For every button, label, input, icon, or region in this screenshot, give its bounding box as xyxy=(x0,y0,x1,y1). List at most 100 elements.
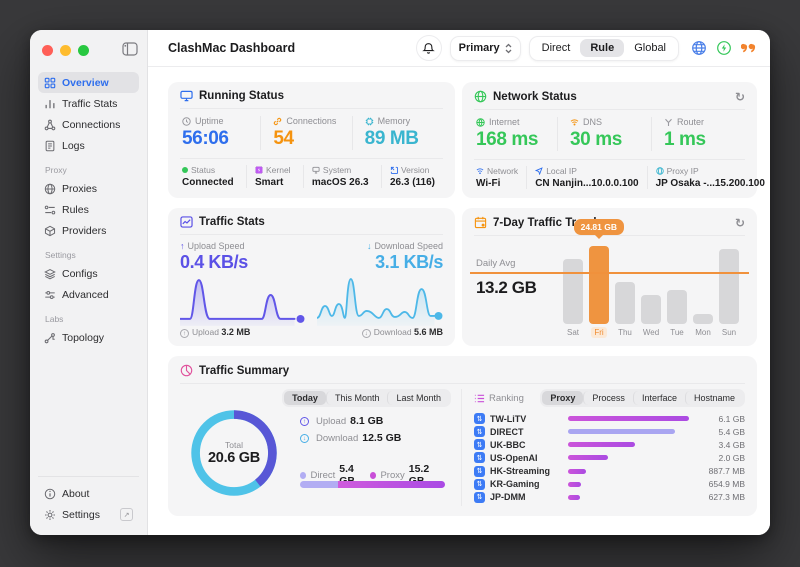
tab-hostname[interactable]: Hostname xyxy=(685,391,743,405)
tab-interface[interactable]: Interface xyxy=(633,391,685,405)
sidebar-item-overview[interactable]: Overview xyxy=(38,72,139,93)
card-title: Traffic Stats xyxy=(199,216,265,228)
close-window-button[interactable] xyxy=(42,45,53,56)
summary-left-panel: Today This Month Last Month Tot xyxy=(180,389,462,506)
status-dot xyxy=(182,167,188,173)
main-area: ClashMac Dashboard Primary Direct Rule G… xyxy=(148,30,770,535)
upload-total-label: Upload xyxy=(192,327,219,337)
ranking-row[interactable]: ⇅JP-DMM627.3 MB xyxy=(474,491,745,504)
sidebar-item-label: Configs xyxy=(62,268,98,280)
card-title: Running Status xyxy=(199,90,284,102)
trend-bar-wed[interactable]: Wed xyxy=(641,295,661,338)
sidebar-nav: Overview Traffic Stats Connections Logs … xyxy=(38,72,139,348)
tab-today[interactable]: Today xyxy=(284,391,326,405)
titlebar: ClashMac Dashboard Primary Direct Rule G… xyxy=(148,30,770,67)
minimize-window-button[interactable] xyxy=(60,45,71,56)
sidebar-item-traffic-stats[interactable]: Traffic Stats xyxy=(38,93,139,114)
bell-icon xyxy=(422,42,435,55)
ranking-row[interactable]: ⇅UK-BBC3.4 GB xyxy=(474,438,745,451)
sidebar-item-label: Rules xyxy=(62,204,89,216)
tab-proxy[interactable]: Proxy xyxy=(542,391,583,405)
internet-icon xyxy=(476,118,485,127)
version-value: 26.3 (116) xyxy=(390,177,435,188)
info-label: Kernel xyxy=(266,165,291,175)
tab-process[interactable]: Process xyxy=(583,391,633,405)
sidebar-item-about[interactable]: About xyxy=(38,483,139,504)
rank-badge-icon: ⇅ xyxy=(474,439,485,450)
system-icon xyxy=(312,166,320,174)
mode-rule[interactable]: Rule xyxy=(580,39,624,57)
bar-chart-icon xyxy=(44,98,56,110)
cube-icon xyxy=(44,225,56,237)
sidebar-item-proxies[interactable]: Proxies xyxy=(38,178,139,199)
dashboard-content: Running Status Uptime 56:06 Connections … xyxy=(148,67,770,535)
tab-this-month[interactable]: This Month xyxy=(326,391,388,405)
sidebar-item-providers[interactable]: Providers xyxy=(38,220,139,241)
sidebar-item-logs[interactable]: Logs xyxy=(38,135,139,156)
sidebar-section-labs: Labs xyxy=(45,314,139,324)
power-boost-icon[interactable] xyxy=(716,40,732,56)
topology-icon xyxy=(44,332,56,344)
trend-bar-mon[interactable]: Mon xyxy=(693,314,713,338)
summary-download-label: Download xyxy=(316,433,358,444)
sidebar: Overview Traffic Stats Connections Logs … xyxy=(30,30,148,535)
page-title: ClashMac Dashboard xyxy=(168,41,295,55)
uptime-value: 56:06 xyxy=(182,128,260,150)
trend-bar-fri[interactable]: Fri xyxy=(589,246,609,338)
dns-latency-value: 30 ms xyxy=(570,129,651,151)
app-logo-icon[interactable] xyxy=(741,41,758,56)
sidebar-item-label: Topology xyxy=(62,332,104,344)
chevron-updown-icon xyxy=(505,43,512,54)
sidebar-item-configs[interactable]: Configs xyxy=(38,263,139,284)
system-value: macOS 26.3 xyxy=(312,177,369,188)
info-label: Local IP xyxy=(546,166,577,176)
trend-bar-thu[interactable]: Thu xyxy=(615,282,635,338)
trend-bar-tue[interactable]: Tue xyxy=(667,290,687,338)
profile-selector[interactable]: Primary xyxy=(450,36,521,61)
version-icon xyxy=(390,166,398,174)
upload-speed-value: 0.4 KB/s xyxy=(180,252,248,273)
globe-status-icon[interactable] xyxy=(691,40,707,56)
sidebar-item-advanced[interactable]: Advanced xyxy=(38,284,139,305)
ranking-row[interactable]: ⇅DIRECT5.4 GB xyxy=(474,425,745,438)
info-icon xyxy=(44,488,56,500)
trend-bar-sun[interactable]: Sun xyxy=(719,249,739,338)
globe-green-icon xyxy=(474,90,487,103)
sidebar-item-settings[interactable]: Settings ↗ xyxy=(38,504,139,525)
sidebar-item-rules[interactable]: Rules xyxy=(38,199,139,220)
ranking-row[interactable]: ⇅HK-Streaming887.7 MB xyxy=(474,465,745,478)
mode-global[interactable]: Global xyxy=(624,39,676,57)
ranking-row[interactable]: ⇅KR-Gaming654.9 MB xyxy=(474,478,745,491)
monitor-icon xyxy=(180,90,193,102)
sidebar-item-topology[interactable]: Topology xyxy=(38,327,139,348)
tab-last-month[interactable]: Last Month xyxy=(387,391,449,405)
upload-speed-label: Upload Speed xyxy=(188,241,245,251)
mode-segmented-control: Direct Rule Global xyxy=(529,36,679,61)
sidebar-item-label: Logs xyxy=(62,140,85,152)
trend-bar-sat[interactable]: Sat xyxy=(563,259,583,338)
kernel-value: Smart xyxy=(255,177,291,188)
download-speed-value: 3.1 KB/s xyxy=(367,252,443,273)
rank-badge-icon: ⇅ xyxy=(474,466,485,477)
rank-badge-icon: ⇅ xyxy=(474,426,485,437)
upload-sparkline xyxy=(180,274,307,326)
notifications-button[interactable] xyxy=(416,35,442,61)
proxy-dot xyxy=(370,472,376,479)
rank-badge-icon: ⇅ xyxy=(474,479,485,490)
summary-upload-label: Upload xyxy=(316,416,346,427)
zoom-window-button[interactable] xyxy=(78,45,89,56)
sidebar-item-label: Traffic Stats xyxy=(62,98,117,110)
calendar-icon xyxy=(474,216,487,229)
mode-direct[interactable]: Direct xyxy=(532,39,581,57)
download-total-icon: ↓ xyxy=(362,329,371,338)
external-link-icon[interactable]: ↗ xyxy=(120,508,133,521)
sidebar-item-connections[interactable]: Connections xyxy=(38,114,139,135)
sidebar-toggle-icon[interactable] xyxy=(122,42,138,56)
metric-label: Memory xyxy=(378,116,411,126)
ranking-row[interactable]: ⇅US-OpenAI2.0 GB xyxy=(474,451,745,464)
ranking-row[interactable]: ⇅TW-LiTV6.1 GB xyxy=(474,412,745,425)
refresh-icon[interactable]: ↻ xyxy=(735,91,745,103)
router-icon xyxy=(664,118,673,127)
refresh-icon[interactable]: ↻ xyxy=(735,217,745,229)
upload-arrow-icon: ↑ xyxy=(180,241,185,251)
